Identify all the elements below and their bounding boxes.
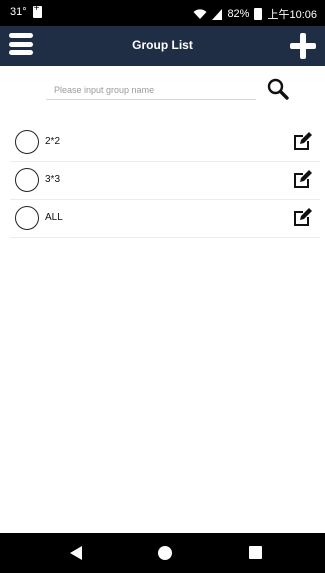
recent-apps-button[interactable] (249, 546, 262, 559)
signal-icon (212, 8, 223, 20)
select-radio[interactable] (15, 168, 39, 192)
edit-button[interactable] (292, 206, 314, 228)
triangle-back-icon (70, 546, 82, 560)
battery-percent-text: 82% (227, 8, 250, 20)
pencil-square-icon (294, 170, 312, 188)
edit-button[interactable] (292, 168, 314, 190)
status-right: 82% 上午10:06 (193, 6, 317, 22)
home-button[interactable] (158, 546, 172, 560)
app-bar: Group List (0, 26, 325, 66)
clock-text: 上午10:06 (267, 9, 317, 21)
edit-button[interactable] (292, 130, 314, 152)
list-item[interactable]: ALL (10, 200, 320, 238)
status-left: 31° (10, 3, 42, 18)
temperature-text: 31° (10, 6, 27, 18)
search-input[interactable] (46, 80, 256, 100)
pencil-square-icon (294, 132, 312, 150)
add-group-button[interactable] (289, 32, 317, 60)
select-radio[interactable] (15, 206, 39, 230)
search-row (0, 66, 325, 114)
status-bar: 31° 82% 上午10:06 (0, 0, 325, 26)
group-name: ALL (45, 212, 63, 223)
select-radio[interactable] (15, 130, 39, 154)
battery-icon (254, 8, 263, 20)
list-item[interactable]: 2*2 (10, 124, 320, 162)
group-name: 2*2 (45, 136, 61, 147)
notification-battery-icon (32, 3, 42, 18)
group-list: 2*2 3*3 ALL (10, 124, 320, 238)
back-button[interactable] (68, 545, 84, 561)
list-item[interactable]: 3*3 (10, 162, 320, 200)
wifi-icon (193, 8, 207, 19)
magnifier-icon (267, 78, 289, 100)
page-title: Group List (132, 38, 193, 52)
navigation-bar (0, 533, 325, 573)
search-button[interactable] (266, 77, 290, 101)
group-name: 3*3 (45, 174, 61, 185)
pencil-square-icon (294, 208, 312, 226)
